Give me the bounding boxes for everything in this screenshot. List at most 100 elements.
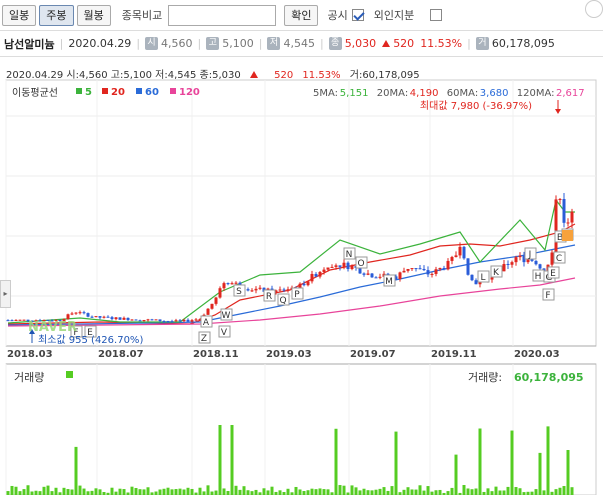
- volume-bar: [558, 487, 562, 495]
- candle-body: [22, 319, 26, 321]
- volume-bar: [474, 488, 478, 495]
- volume-bar: [234, 485, 238, 495]
- volume-bar: [142, 489, 146, 495]
- volume-bar: [198, 487, 202, 495]
- ma-value: 5,151: [340, 88, 369, 99]
- volume-bar: [30, 491, 34, 495]
- volume-right-value: 60,178,095: [514, 371, 584, 384]
- max-annotation: 최대값 7,980 (-36.97%): [420, 100, 532, 112]
- candle-body: [194, 319, 198, 321]
- volume-bar: [426, 486, 430, 495]
- event-marker-label: F: [545, 291, 550, 301]
- candle-body: [206, 308, 210, 315]
- candle-body: [418, 268, 422, 270]
- volume-bar: [226, 490, 230, 495]
- ma-value-label: 5MA:: [313, 88, 338, 99]
- volume-bar: [354, 487, 358, 495]
- volume-bar: [42, 486, 46, 495]
- candle-body: [322, 269, 326, 272]
- volume-bar: [162, 488, 166, 495]
- candle-body: [502, 263, 506, 272]
- volume-bar: [82, 488, 86, 495]
- candle-body: [170, 321, 174, 323]
- volume-bar: [562, 486, 566, 495]
- volume-bar: [138, 489, 142, 495]
- volume-bar: [174, 489, 178, 495]
- event-marker-label: P: [294, 290, 300, 300]
- candle-body: [106, 316, 110, 318]
- volume-bar: [306, 490, 310, 495]
- volume-bar: [470, 489, 474, 495]
- candle-body: [538, 264, 542, 269]
- volume-right-label: 거래량:: [468, 371, 502, 384]
- volume-bar: [402, 489, 406, 495]
- ma-value: 3,680: [480, 88, 509, 99]
- volume-bar: [394, 431, 398, 495]
- volume-bar: [130, 486, 134, 495]
- current-marker[interactable]: [562, 230, 573, 241]
- volume-bar: [422, 490, 426, 495]
- ma-legend-label: 5: [85, 87, 92, 98]
- naver-watermark: NAVER: [28, 320, 77, 335]
- candle-body: [426, 270, 430, 275]
- candle-body: [366, 273, 370, 275]
- candle-body: [330, 266, 334, 268]
- event-marker-label: O: [357, 259, 364, 269]
- candle-body: [138, 320, 142, 322]
- volume-bar: [366, 490, 370, 495]
- volume-bar: [254, 489, 258, 495]
- candle-body: [174, 320, 178, 322]
- volume-bar: [54, 487, 58, 495]
- candle-body: [506, 263, 510, 265]
- candle-body: [406, 268, 410, 271]
- candle-body: [78, 312, 82, 314]
- x-tick-label: 2019.03: [266, 349, 312, 360]
- volume-bar: [10, 485, 14, 495]
- candle-body: [402, 270, 406, 273]
- volume-bar: [302, 491, 306, 495]
- ma20-line: [7, 223, 576, 325]
- volume-bar: [218, 425, 222, 495]
- candle-body: [134, 319, 138, 321]
- volume-bar: [50, 491, 54, 495]
- volume-bar: [210, 491, 214, 495]
- min-annotation: 최소값 955 (426.70%): [38, 334, 143, 346]
- candle-body: [510, 262, 514, 265]
- candle-body: [258, 287, 262, 289]
- candle-body: [370, 273, 374, 278]
- candle-body: [222, 283, 226, 289]
- candle-body: [454, 255, 458, 258]
- chart-svg[interactable]: FEAZVWSRQPNOMLKJHGEFCBA 2018.032018.0720…: [0, 0, 603, 495]
- volume-bar: [22, 489, 26, 495]
- volume-bar: [382, 487, 386, 495]
- event-marker-label: C: [556, 254, 562, 264]
- ma-value-label: 120MA:: [517, 88, 555, 99]
- volume-bar: [434, 490, 438, 495]
- volume-bar: [78, 485, 82, 495]
- volume-bar: [506, 486, 510, 495]
- ma-value-label: 60MA:: [447, 88, 478, 99]
- event-marker-label: Z: [201, 334, 207, 344]
- candle-body: [414, 268, 418, 270]
- candle-body: [94, 316, 98, 318]
- volume-bar: [542, 490, 546, 495]
- x-tick-label: 2018.07: [98, 349, 144, 360]
- candle-body: [210, 303, 214, 309]
- volume-bar: [214, 490, 218, 495]
- volume-bar: [170, 489, 174, 495]
- side-panel-toggle-icon[interactable]: ▸: [0, 280, 11, 308]
- stock-chart[interactable]: FEAZVWSRQPNOMLKJHGEFCBA 2018.032018.0720…: [0, 0, 603, 495]
- volume-bar: [450, 487, 454, 495]
- candle-body: [166, 321, 170, 323]
- volume-bar: [110, 487, 114, 495]
- volume-bar: [242, 486, 246, 495]
- candle-body: [326, 267, 330, 270]
- volume-bar: [294, 486, 298, 495]
- ma-value-label: 20MA:: [377, 88, 408, 99]
- event-marker-label: L: [480, 273, 485, 283]
- candle-body: [162, 321, 166, 323]
- candle-body: [562, 199, 566, 223]
- volume-bar: [70, 489, 74, 495]
- volume-bar: [490, 491, 494, 495]
- candle-body: [142, 319, 146, 321]
